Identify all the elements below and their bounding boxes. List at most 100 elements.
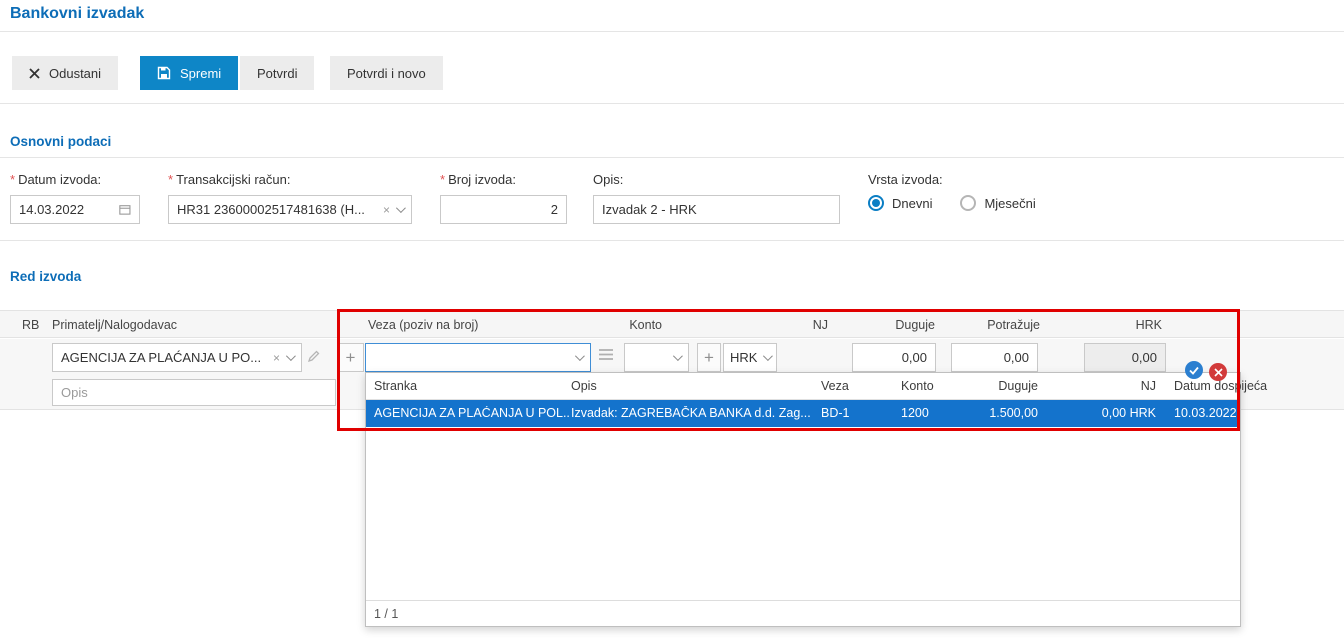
divider xyxy=(0,240,1344,241)
section-title-rows: Red izvoda xyxy=(10,269,82,284)
required-marker: * xyxy=(440,172,446,187)
statement-number-input[interactable] xyxy=(449,202,558,217)
add-account-button[interactable]: + xyxy=(697,343,721,372)
result-opis: Izvadak: ZAGREBAČKA BANKA d.d. Zag... xyxy=(571,406,811,420)
statement-number-label: * Broj izvoda: xyxy=(440,172,516,187)
dropdown-header: Stranka Opis Veza Konto Duguje NJ Datum … xyxy=(366,373,1267,400)
chevron-down-icon xyxy=(574,351,585,362)
transaction-account-label: * Transakcijski račun: xyxy=(168,172,291,187)
statement-date-control xyxy=(10,195,140,224)
app-window: Bankovni izvadak Odustani Spremi Potvrdi… xyxy=(0,0,1344,638)
col-header-debit: Duguje xyxy=(895,318,935,332)
description-control xyxy=(593,195,840,224)
required-marker: * xyxy=(168,172,174,187)
result-duguje: 1.500,00 xyxy=(989,406,1038,420)
cancel-button-label: Odustani xyxy=(49,65,102,81)
transaction-account-select[interactable]: HR31 23600002517481638 (H... × xyxy=(168,195,412,224)
x-icon xyxy=(1213,367,1223,377)
dropdown-col-duguje: Duguje xyxy=(998,379,1038,393)
divider xyxy=(0,103,1344,104)
statement-date-label: * Datum izvoda: xyxy=(10,172,102,187)
confirm-and-new-button[interactable]: Potvrdi i novo xyxy=(330,56,443,90)
dropdown-col-veza: Veza xyxy=(821,379,849,393)
confirm-button-label: Potvrdi xyxy=(257,65,298,81)
hrk-amount-input[interactable] xyxy=(1093,350,1157,365)
field-description: Opis: xyxy=(593,172,840,224)
field-transaction-account: * Transakcijski račun: HR31 2360000251748… xyxy=(168,172,412,224)
currency-select[interactable]: HRK xyxy=(723,343,777,372)
radio-monthly[interactable]: Mjesečni xyxy=(960,195,1036,211)
save-button-label: Spremi xyxy=(180,65,222,81)
col-header-account: Konto xyxy=(629,318,662,332)
col-header-hrk: HRK xyxy=(1135,318,1162,332)
result-stranka: AGENCIJA ZA PLAĆANJA U POL... xyxy=(374,406,569,420)
field-statement-date: * Datum izvoda: xyxy=(10,172,140,224)
dropdown-col-datum: Datum dospijeća xyxy=(1174,379,1268,393)
dropdown-col-opis: Opis xyxy=(571,379,597,393)
edit-pencil-icon[interactable] xyxy=(307,349,321,365)
dropdown-result-row[interactable]: AGENCIJA ZA PLAĆANJA U POL... Izvadak: Z… xyxy=(366,400,1240,427)
divider xyxy=(0,157,1344,158)
result-nj: 0,00 HRK xyxy=(1101,406,1156,420)
chevron-down-icon xyxy=(672,351,683,362)
credit-amount-input[interactable] xyxy=(960,350,1029,365)
radio-unselected-icon xyxy=(960,195,977,211)
field-statement-number: * Broj izvoda: xyxy=(440,172,567,224)
row-confirm-button[interactable] xyxy=(1185,361,1203,379)
calendar-icon[interactable] xyxy=(119,203,131,216)
debit-amount-input[interactable] xyxy=(861,350,927,365)
dropdown-col-nj: NJ xyxy=(1140,379,1156,393)
reference-dropdown-panel: Stranka Opis Veza Konto Duguje NJ Datum … xyxy=(365,372,1267,627)
credit-amount-control xyxy=(951,343,1038,372)
col-header-reference: Veza (poziv na broj) xyxy=(368,318,479,332)
save-button[interactable]: Spremi xyxy=(140,56,239,90)
list-menu-icon[interactable] xyxy=(598,348,614,363)
account-code-select[interactable] xyxy=(624,343,689,372)
description-input[interactable] xyxy=(602,202,831,217)
section-title-basic: Osnovni podaci xyxy=(10,134,112,149)
clear-icon[interactable]: × xyxy=(383,204,390,216)
chevron-down-icon xyxy=(762,351,773,362)
reference-combobox[interactable] xyxy=(365,343,591,372)
row-description-control xyxy=(52,379,336,406)
col-header-credit: Potražuje xyxy=(987,318,1040,332)
dropdown-pagination: 1 / 1 xyxy=(366,600,1240,626)
check-icon xyxy=(1189,366,1199,375)
required-marker: * xyxy=(10,172,16,187)
row-delete-button[interactable] xyxy=(1209,363,1227,381)
dropdown-col-stranka: Stranka xyxy=(374,379,418,393)
save-icon xyxy=(157,66,171,80)
statement-type-label: Vrsta izvoda: xyxy=(868,172,943,187)
confirm-and-new-button-label: Potvrdi i novo xyxy=(347,65,426,81)
hrk-amount-control xyxy=(1084,343,1166,372)
transaction-account-value: HR31 23600002517481638 (H... xyxy=(177,202,365,217)
debit-amount-control xyxy=(852,343,936,372)
statement-date-input[interactable] xyxy=(19,202,114,217)
radio-selected-icon xyxy=(868,195,884,211)
cancel-button[interactable]: Odustani xyxy=(12,56,119,90)
result-konto: 1200 xyxy=(901,406,929,420)
radio-daily[interactable]: Dnevni xyxy=(868,195,932,211)
col-header-rb: RB xyxy=(22,318,40,332)
row-description-input[interactable] xyxy=(61,385,327,400)
payee-select[interactable]: AGENCIJA ZA PLAĆANJA U PO... × xyxy=(52,343,302,372)
add-reference-button[interactable]: + xyxy=(337,343,364,372)
statement-number-control xyxy=(440,195,567,224)
chevron-down-icon xyxy=(395,203,406,214)
col-header-nj: NJ xyxy=(812,318,828,332)
page-title: Bankovni izvadak xyxy=(10,5,145,22)
field-statement-type: Vrsta izvoda: Dnevni Mjesečni xyxy=(868,172,1064,211)
payee-select-value: AGENCIJA ZA PLAĆANJA U PO... xyxy=(61,350,262,365)
result-veza: BD-1 xyxy=(821,406,850,420)
reference-input[interactable] xyxy=(374,350,569,365)
radio-monthly-label: Mjesečni xyxy=(984,195,1036,211)
grid-header: RB Primatelj/Nalogodavac Veza (poziv na … xyxy=(0,310,1344,338)
clear-icon[interactable]: × xyxy=(273,352,280,364)
dropdown-col-konto: Konto xyxy=(901,379,934,393)
currency-select-value: HRK xyxy=(730,350,757,365)
col-header-payee: Primatelj/Nalogodavac xyxy=(52,318,178,332)
x-icon xyxy=(29,67,40,79)
confirm-button[interactable]: Potvrdi xyxy=(240,56,315,90)
result-datum: 10.03.2022 xyxy=(1174,406,1237,420)
chevron-down-icon xyxy=(285,351,296,362)
